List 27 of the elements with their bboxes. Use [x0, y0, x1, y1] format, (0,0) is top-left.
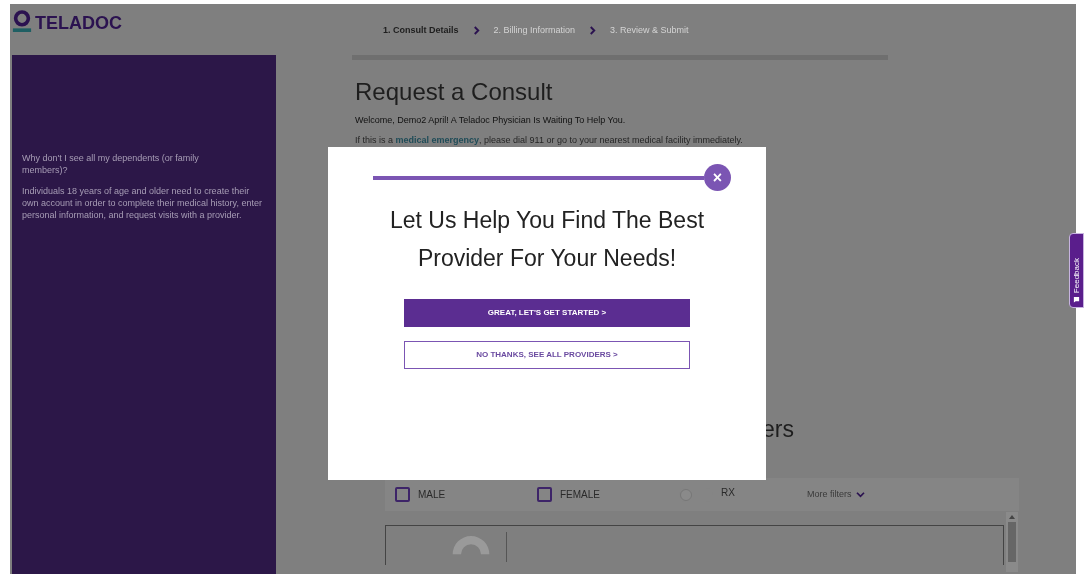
- scroll-up-icon[interactable]: [1009, 515, 1015, 519]
- scrollbar-thumb[interactable]: [1008, 522, 1016, 562]
- more-filters-dropdown[interactable]: More filters: [807, 487, 865, 502]
- page-title: Request a Consult: [355, 78, 554, 106]
- logo-text: TELADOC: [35, 14, 122, 32]
- chevron-icon: [589, 26, 597, 35]
- chevron-icon: [472, 26, 480, 35]
- chevron-down-icon: [855, 491, 865, 498]
- checkbox-label: MALE: [418, 488, 446, 502]
- see-all-providers-button[interactable]: NO THANKS, SEE ALL PROVIDERS >: [404, 341, 690, 369]
- answer-text: Individuals 18 years of age and older need to create their own account in order to complete their medical history, enter personal information, and request visits with a provider.: [22, 185, 263, 221]
- toggle-label: RX: [721, 486, 735, 500]
- question-text: Why don't I see all my dependents (or family members)?: [22, 152, 200, 176]
- checkbox[interactable]: [537, 487, 552, 502]
- step-tab[interactable]: 2. Billing Information: [493, 23, 576, 38]
- emergency-text: If this is a medical emergency, please dial 911 or go to your nearest medical facility immediately.: [355, 133, 744, 147]
- logo-icon: [12, 10, 32, 34]
- checkbox[interactable]: [395, 487, 410, 502]
- get-started-button[interactable]: GREAT, LET'S GET STARTED >: [404, 299, 690, 327]
- checkbox-label: FEMALE: [560, 488, 600, 502]
- welcome-text: Welcome, Demo2 April! A Teladoc Physician Is Waiting To Help You.: [355, 114, 627, 127]
- step-tab[interactable]: 1. Consult Details: [383, 23, 459, 38]
- feedback-icon: [1073, 296, 1080, 303]
- modal-heading: Let Us Help You Find The Best Provider For Your Needs!: [388, 206, 706, 273]
- close-button[interactable]: ×: [704, 164, 731, 191]
- step-tab[interactable]: 3. Review & Submit: [610, 23, 689, 38]
- feedback-tab[interactable]: Feedback: [1069, 233, 1084, 308]
